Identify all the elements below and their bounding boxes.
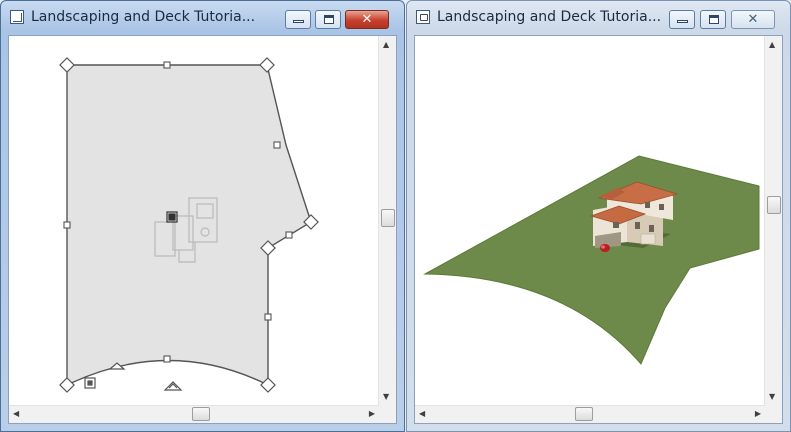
maximize-button[interactable] bbox=[315, 10, 341, 29]
scroll-left-icon[interactable]: ◀ bbox=[13, 409, 19, 419]
maximize-icon bbox=[709, 15, 719, 24]
maximize-icon bbox=[324, 15, 334, 24]
camera-view-icon bbox=[416, 10, 430, 24]
vertical-scroll-thumb[interactable] bbox=[381, 209, 395, 227]
minimize-button[interactable] bbox=[285, 10, 311, 29]
minimize-icon bbox=[293, 20, 304, 23]
window-title: Landscaping and Deck Tutoria... bbox=[437, 9, 662, 25]
edge-handle[interactable] bbox=[273, 141, 281, 149]
scroll-right-icon[interactable]: ▶ bbox=[755, 409, 761, 419]
close-button[interactable]: ✕ bbox=[345, 10, 389, 29]
edge-handle[interactable] bbox=[163, 61, 171, 69]
scroll-up-icon[interactable]: ▲ bbox=[383, 40, 389, 50]
window-title: Landscaping and Deck Tutoria... bbox=[31, 9, 256, 25]
scroll-down-icon[interactable]: ▼ bbox=[769, 392, 775, 402]
scroll-right-icon[interactable]: ▶ bbox=[369, 409, 375, 419]
terrain-3d-view[interactable] bbox=[415, 36, 767, 408]
vertical-scrollbar[interactable]: ▲ ▼ bbox=[378, 36, 396, 406]
minimize-icon bbox=[677, 20, 688, 23]
edge-handle[interactable] bbox=[264, 313, 272, 321]
edge-handle[interactable] bbox=[163, 355, 171, 363]
title-bar[interactable]: Landscaping and Deck Tutoria... ✕ bbox=[407, 1, 790, 33]
horizontal-scrollbar[interactable]: ◀ ▶ bbox=[415, 405, 765, 423]
scroll-left-icon[interactable]: ◀ bbox=[419, 409, 425, 419]
vertical-scrollbar[interactable]: ▲ ▼ bbox=[764, 36, 782, 406]
scrollbar-corner bbox=[765, 406, 782, 423]
horizontal-scroll-thumb[interactable] bbox=[575, 407, 593, 421]
horizontal-scrollbar[interactable]: ◀ ▶ bbox=[9, 405, 379, 423]
terrain-plan-drawing[interactable] bbox=[9, 36, 381, 408]
camera-canvas[interactable]: ▲ ▼ ◀ ▶ bbox=[414, 35, 783, 424]
camera-view-window[interactable]: Landscaping and Deck Tutoria... ✕ ▲ ▼ ◀ … bbox=[406, 0, 791, 432]
edge-handle[interactable] bbox=[285, 231, 293, 239]
plan-view-window[interactable]: Landscaping and Deck Tutoria... ✕ ▲ ▼ ◀ … bbox=[0, 0, 405, 432]
close-icon: ✕ bbox=[747, 12, 759, 27]
close-button[interactable]: ✕ bbox=[731, 10, 775, 29]
title-bar[interactable]: Landscaping and Deck Tutoria... ✕ bbox=[1, 1, 404, 33]
minimize-button[interactable] bbox=[669, 10, 695, 29]
scroll-down-icon[interactable]: ▼ bbox=[383, 392, 389, 402]
scrollbar-corner bbox=[379, 406, 396, 423]
scroll-up-icon[interactable]: ▲ bbox=[769, 40, 775, 50]
plan-canvas[interactable]: ▲ ▼ ◀ ▶ bbox=[8, 35, 397, 424]
maximize-button[interactable] bbox=[700, 10, 726, 29]
edge-handle[interactable] bbox=[63, 221, 71, 229]
horizontal-scroll-thumb[interactable] bbox=[192, 407, 210, 421]
close-icon: ✕ bbox=[361, 12, 373, 27]
vertical-scroll-thumb[interactable] bbox=[767, 196, 781, 214]
plan-view-icon bbox=[10, 10, 24, 24]
terrain-surface[interactable] bbox=[423, 155, 760, 365]
